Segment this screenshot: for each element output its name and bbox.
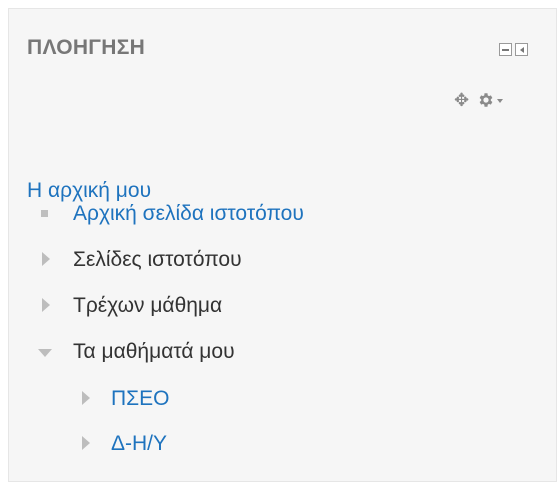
gear-icon bbox=[479, 93, 493, 107]
minus-box-icon[interactable] bbox=[499, 43, 512, 56]
nav-item-site-home[interactable]: Αρχική σελίδα ιστοτόπου bbox=[73, 202, 304, 226]
block-title: ΠΛΟΗΓΗΣΗ bbox=[27, 36, 146, 59]
block-actions: ✥ bbox=[454, 91, 504, 109]
navigation-block bbox=[8, 8, 557, 482]
nav-item-my-courses[interactable]: Τα μαθήματά μου bbox=[73, 340, 235, 364]
dock-left-icon[interactable] bbox=[515, 43, 528, 56]
expand-arrow-icon[interactable] bbox=[82, 436, 90, 450]
bullet-icon bbox=[41, 210, 48, 217]
nav-item-current-course[interactable]: Τρέχων μάθημα bbox=[73, 294, 222, 318]
expand-arrow-icon[interactable] bbox=[42, 252, 50, 266]
nav-course-pseo[interactable]: ΠΣΕΟ bbox=[111, 387, 170, 411]
nav-course-d-hy[interactable]: Δ-Η/Υ bbox=[111, 432, 167, 456]
collapse-arrow-icon[interactable] bbox=[38, 349, 52, 357]
expand-arrow-icon[interactable] bbox=[82, 391, 90, 405]
expand-arrow-icon[interactable] bbox=[42, 298, 50, 312]
nav-item-site-pages[interactable]: Σελίδες ιστοτόπου bbox=[73, 248, 242, 272]
move-icon[interactable]: ✥ bbox=[454, 91, 469, 109]
block-controls bbox=[499, 43, 528, 56]
chevron-down-icon bbox=[497, 99, 504, 103]
settings-menu[interactable] bbox=[477, 91, 504, 109]
nav-root-home[interactable]: Η αρχική μου bbox=[27, 179, 151, 203]
